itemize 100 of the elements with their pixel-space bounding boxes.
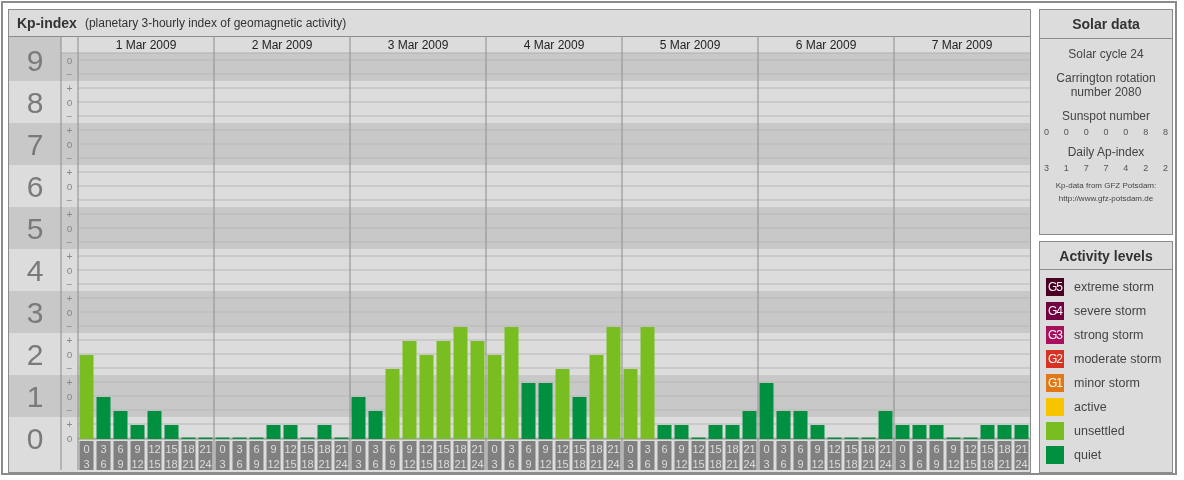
kp-bar <box>657 425 672 439</box>
axis-tick-label: − <box>66 320 73 332</box>
axis-tick-label: − <box>66 194 73 206</box>
kp-bar <box>385 369 400 439</box>
axis-label: 1 <box>26 380 44 413</box>
panel-title: Solar data <box>1040 10 1172 39</box>
axis-tick-label: + <box>66 376 73 388</box>
kp-bar <box>96 397 111 439</box>
axis-label: 3 <box>26 296 44 329</box>
axis-tick-label: − <box>66 404 73 416</box>
sunspot-value: 8 <box>1143 127 1149 137</box>
storm-scale-badge: G2 <box>1046 350 1064 368</box>
kp-bar <box>878 411 893 439</box>
kp-bar <box>283 425 298 439</box>
kp-bar <box>980 425 995 439</box>
day-label: 1 Mar 2009 <box>115 38 177 52</box>
axis-tick-label: o <box>66 180 73 192</box>
kp-bar <box>793 411 808 439</box>
kp-bar <box>623 369 638 439</box>
ap-index-value: 3 <box>1044 163 1049 173</box>
kp-bar <box>929 425 944 439</box>
carrington-text: Carrington rotation number 2080 <box>1055 71 1157 99</box>
day-label: 7 Mar 2009 <box>931 38 993 52</box>
kp-bar <box>555 369 570 439</box>
day-label: 4 Mar 2009 <box>523 38 585 52</box>
axis-tick-label: o <box>66 348 73 360</box>
kp-bar <box>1014 425 1029 439</box>
legend-label: minor storm <box>1074 376 1140 390</box>
sunspot-value: 0 <box>1103 127 1109 137</box>
legend-label: active <box>1074 400 1107 414</box>
axis-tick-label: + <box>66 292 73 304</box>
kp-bar <box>997 425 1012 439</box>
ap-index-label: Daily Ap-index <box>1067 145 1145 159</box>
kp-bar <box>317 425 332 439</box>
legend-label: extreme storm <box>1074 280 1154 294</box>
axis-tick-label: + <box>66 418 73 430</box>
axis-tick-label: − <box>66 152 73 164</box>
axis-tick-label: + <box>66 124 73 136</box>
sunspot-value: 0 <box>1063 127 1069 137</box>
ap-index-value: 1 <box>1063 163 1069 173</box>
axis-tick-label: o <box>66 96 73 108</box>
legend-label: severe storm <box>1074 304 1147 318</box>
panel-title: Kp-index <box>17 15 77 31</box>
axis-label: 4 <box>26 254 44 287</box>
kp-bar <box>164 425 179 439</box>
kp-bar <box>912 425 927 439</box>
kp-bar <box>130 425 145 439</box>
kp-bar <box>351 397 366 439</box>
day-label: 3 Mar 2009 <box>387 38 449 52</box>
kp-bar <box>368 411 383 439</box>
kp-bar <box>895 425 910 439</box>
sunspot-label: Sunspot number <box>1061 109 1151 123</box>
axis-tick-label: + <box>66 250 73 262</box>
kp-bar <box>113 411 128 439</box>
kp-bar <box>776 411 791 439</box>
ap-index-value: 2 <box>1143 163 1149 173</box>
kp-bar <box>572 397 587 439</box>
source-text: Kp-data from GFZ Potsdam: <box>1055 181 1157 190</box>
storm-scale-badge: G1 <box>1046 374 1064 392</box>
axis-tick-label: + <box>66 166 73 178</box>
legend-label: quiet <box>1074 448 1102 462</box>
legend-label: unsettled <box>1074 424 1125 438</box>
axis-tick-label: − <box>66 68 73 80</box>
axis-tick-label: o <box>66 432 73 444</box>
axis-tick-label: − <box>66 110 73 122</box>
axis-label: 0 <box>26 422 44 455</box>
ap-index-value: 2 <box>1162 163 1168 173</box>
source-url: http://www.gfz-potsdam.de <box>1058 194 1154 203</box>
kp-bar <box>147 411 162 439</box>
ap-index-value: 7 <box>1103 163 1109 173</box>
axis-label: 8 <box>26 86 44 119</box>
axis-label: 9 <box>26 44 44 77</box>
sunspot-value: 0 <box>1044 127 1049 137</box>
axis-label: 7 <box>26 128 44 161</box>
storm-scale-badge: G3 <box>1046 326 1064 344</box>
legend-label: strong storm <box>1074 328 1144 342</box>
axis-label: 6 <box>26 170 44 203</box>
day-label: 5 Mar 2009 <box>659 38 721 52</box>
ap-index-value: 4 <box>1123 163 1129 173</box>
axis-label: 5 <box>26 212 44 245</box>
sunspot-value: 8 <box>1162 127 1168 137</box>
kp-bar <box>708 425 723 439</box>
kp-bar <box>810 425 825 439</box>
sunspot-value: 0 <box>1123 127 1129 137</box>
legend-label: moderate storm <box>1074 352 1162 366</box>
sunspot-value: 0 <box>1083 127 1089 137</box>
solar-cycle-text: Solar cycle 24 <box>1068 47 1144 61</box>
axis-label: 2 <box>26 338 44 371</box>
axis-tick-label: + <box>66 208 73 220</box>
kp-bar <box>521 383 536 439</box>
kp-bar <box>538 383 553 439</box>
panel-subtitle: (planetary 3-hourly index of geomagnetic activity) <box>84 16 347 30</box>
storm-scale-badge: G4 <box>1046 302 1064 320</box>
axis-tick-label: − <box>66 278 73 290</box>
kp-bar <box>725 425 740 439</box>
kp-bar <box>674 425 689 439</box>
panel-title: Activity levels <box>1040 242 1172 270</box>
axis-tick-label: − <box>66 236 73 248</box>
axis-tick-label: o <box>66 264 73 276</box>
day-label: 6 Mar 2009 <box>795 38 857 52</box>
